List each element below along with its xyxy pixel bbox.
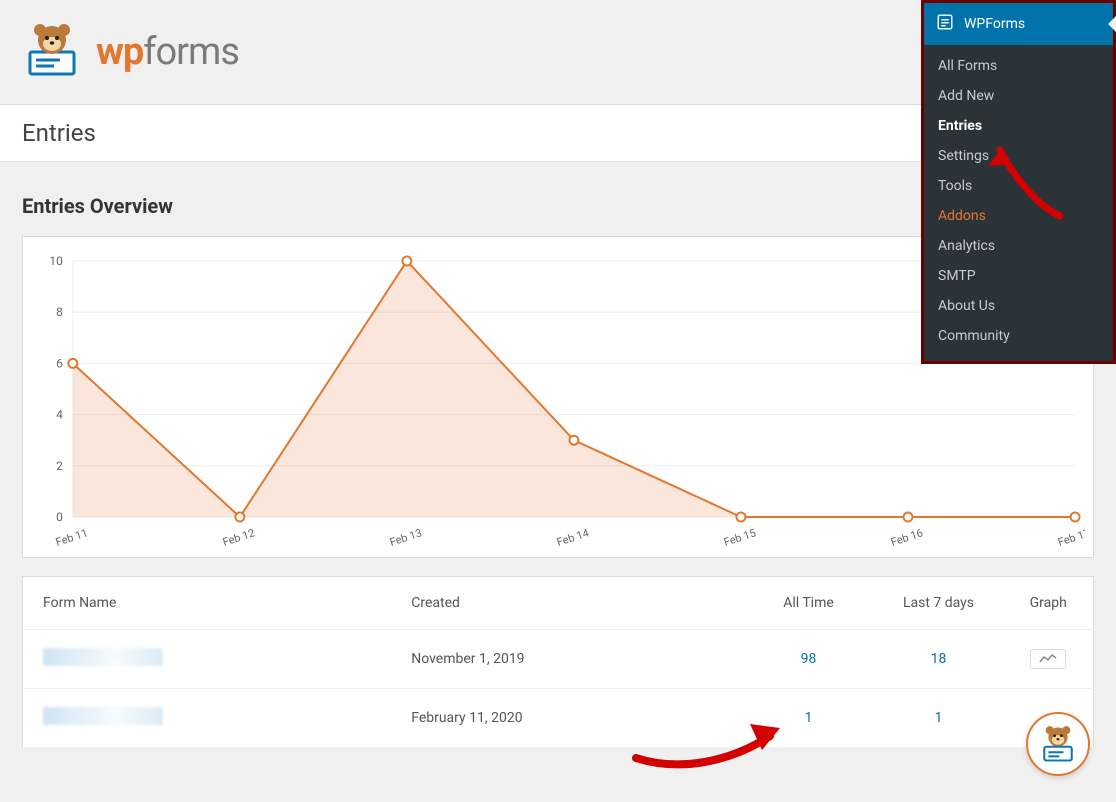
last7-link[interactable]: 18 [931,651,947,667]
menu-item-all-forms[interactable]: All Forms [924,51,1113,81]
menu-list: All FormsAdd NewEntriesSettingsToolsAddo… [924,45,1113,361]
wordmark-forms: forms [143,30,239,74]
created-cell: November 1, 2019 [391,630,743,689]
menu-item-settings[interactable]: Settings [924,141,1113,171]
chart-icon [1039,653,1057,665]
wordmark: wpforms [96,30,239,74]
menu-item-tools[interactable]: Tools [924,171,1113,201]
x-tick-label: Feb 13 [388,526,423,549]
created-cell: February 11, 2020 [391,689,743,748]
svg-text:10: 10 [49,254,63,268]
entries-table: Form Name Created All Time Last 7 days G… [22,576,1094,748]
menu-pointer-icon [1108,16,1116,32]
col-form-name[interactable]: Form Name [23,577,392,630]
col-graph[interactable]: Graph [1004,577,1094,630]
wpforms-icon [936,13,954,35]
last7-cell: 18 [874,630,1004,689]
menu-item-community[interactable]: Community [924,321,1113,351]
menu-item-about-us[interactable]: About Us [924,291,1113,321]
svg-text:8: 8 [56,305,63,319]
x-tick-label: Feb 11 [54,526,89,549]
last7-cell: 1 [874,689,1004,748]
form-name-cell[interactable] [23,689,392,748]
x-tick-label: Feb 16 [889,526,924,549]
menu-item-analytics[interactable]: Analytics [924,231,1113,261]
all-time-cell: 1 [744,689,874,748]
svg-text:4: 4 [56,408,63,422]
x-tick-label: Feb 12 [221,526,256,549]
mascot-icon [1036,722,1080,766]
x-tick-label: Feb 17 [1056,526,1085,549]
graph-button[interactable] [1030,649,1066,669]
menu-header[interactable]: WPForms [924,3,1113,45]
col-created[interactable]: Created [391,577,743,630]
last7-link[interactable]: 1 [935,710,943,726]
menu-item-addons[interactable]: Addons [924,201,1113,231]
svg-text:0: 0 [56,510,63,524]
table-row: February 11, 2020 1 1 [23,689,1094,748]
admin-menu: WPForms All FormsAdd NewEntriesSettingsT… [921,0,1116,364]
menu-item-smtp[interactable]: SMTP [924,261,1113,291]
form-name-redacted [43,707,163,725]
wordmark-wp: wp [96,30,143,74]
mascot-icon [20,18,84,86]
all-time-link[interactable]: 98 [801,651,817,667]
table-header-row: Form Name Created All Time Last 7 days G… [23,577,1094,630]
all-time-cell: 98 [744,630,874,689]
x-tick-label: Feb 14 [555,526,590,549]
table-row: November 1, 2019 98 18 [23,630,1094,689]
col-all-time[interactable]: All Time [744,577,874,630]
form-name-redacted [43,648,163,666]
form-name-cell[interactable] [23,630,392,689]
menu-item-entries[interactable]: Entries [924,111,1113,141]
svg-text:6: 6 [56,356,63,370]
svg-text:2: 2 [56,459,63,473]
all-time-link[interactable]: 1 [805,710,813,726]
menu-item-add-new[interactable]: Add New [924,81,1113,111]
graph-cell [1004,630,1094,689]
help-mascot-button[interactable] [1026,712,1090,776]
menu-header-label: WPForms [964,16,1025,32]
col-last-7[interactable]: Last 7 days [874,577,1004,630]
x-tick-label: Feb 15 [722,526,757,549]
